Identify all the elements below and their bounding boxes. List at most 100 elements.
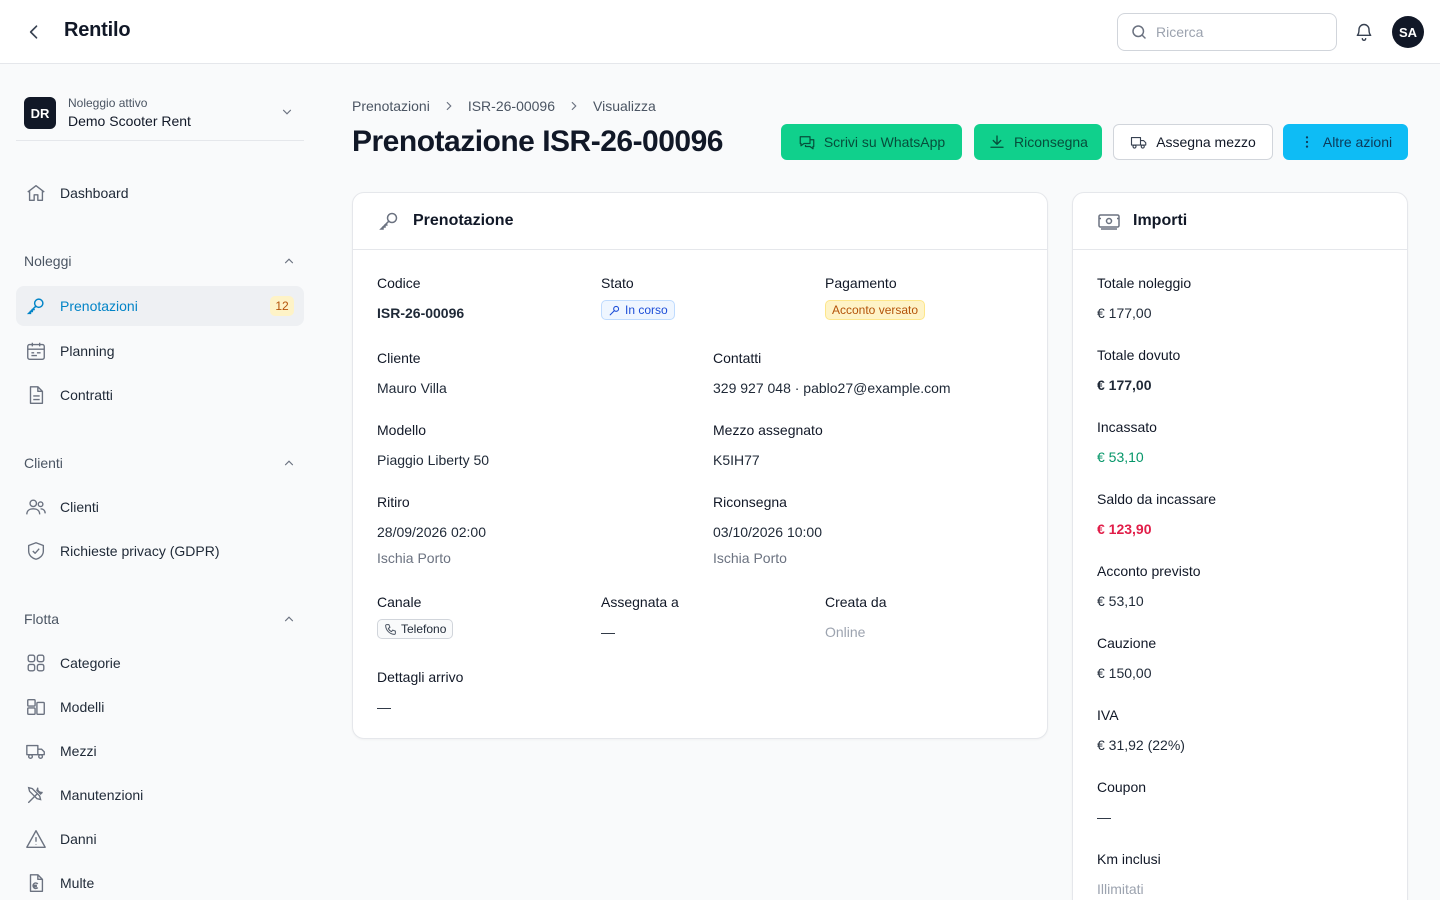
- field-value: € 31,92 (22%): [1097, 737, 1185, 753]
- field-label: Incassato: [1097, 419, 1157, 435]
- app-title: Rentilo: [64, 19, 131, 41]
- assign-vehicle-button[interactable]: Assegna mezzo: [1113, 124, 1273, 160]
- field-value: 28/09/2026 02:00: [377, 524, 486, 540]
- sidebar-item-contratti[interactable]: Contratti: [16, 375, 304, 415]
- sidebar-item-danni[interactable]: Danni: [16, 819, 304, 859]
- calendar-icon: [27, 342, 45, 360]
- section-label: Clienti: [24, 455, 63, 471]
- amount-cauzione: Cauzione € 150,00: [1097, 635, 1156, 681]
- field-value: € 53,10: [1097, 593, 1144, 609]
- sidebar-item-mezzi[interactable]: Mezzi: [16, 731, 304, 771]
- field-assegnata: Assegnata a —: [601, 594, 679, 640]
- field-label: IVA: [1097, 707, 1119, 723]
- field-value: Online: [825, 624, 866, 640]
- return-label: Riconsegna: [1014, 134, 1088, 150]
- field-label: Modello: [377, 422, 427, 438]
- search-input[interactable]: [1156, 24, 1326, 40]
- status-badge-label: In corso: [625, 303, 668, 317]
- section-label: Noleggi: [24, 253, 72, 269]
- sidebar-item-label: Clienti: [60, 499, 99, 515]
- field-codice: Codice ISR-26-00096: [377, 275, 464, 321]
- section-noleggi[interactable]: Noleggi: [24, 250, 296, 272]
- search-box[interactable]: [1117, 13, 1337, 51]
- sidebar-item-modelli[interactable]: Modelli: [16, 687, 304, 727]
- sidebar-item-dashboard[interactable]: Dashboard: [16, 173, 304, 213]
- whatsapp-label: Scrivi su WhatsApp: [823, 134, 946, 150]
- field-creata: Creata da Online: [825, 594, 886, 640]
- field-value: —: [601, 624, 615, 640]
- sidebar-item-clienti[interactable]: Clienti: [16, 487, 304, 527]
- chevron-right-icon: [446, 101, 452, 111]
- section-label: Flotta: [24, 611, 60, 627]
- field-value: Mauro Villa: [377, 380, 447, 396]
- sidebar-item-planning[interactable]: Planning: [16, 331, 304, 371]
- channel-badge: Telefono: [377, 619, 454, 639]
- sidebar-item-label: Modelli: [60, 699, 105, 715]
- amount-km-inclusi: Km inclusi Illimitati: [1097, 851, 1161, 897]
- field-label: Mezzo assegnato: [713, 422, 823, 438]
- sidebar-item-privacy[interactable]: Richieste privacy (GDPR): [16, 531, 304, 571]
- chevron-up-icon: [284, 460, 294, 466]
- field-label: Assegnata a: [601, 594, 679, 610]
- field-riconsegna: Riconsegna 03/10/2026 10:00 Ischia Porto: [713, 494, 822, 566]
- field-canale: Canale Telefono: [377, 594, 454, 641]
- amount-totale-noleggio: Totale noleggio € 177,00: [1097, 275, 1191, 321]
- field-label: Totale noleggio: [1097, 275, 1192, 291]
- field-pagamento: Pagamento Acconto versato: [825, 275, 926, 320]
- home-icon: [27, 184, 45, 202]
- breadcrumb-prenotazioni[interactable]: Prenotazioni: [352, 98, 430, 114]
- field-stato: Stato In corso: [601, 275, 675, 322]
- field-subvalue: Ischia Porto: [713, 550, 787, 566]
- user-avatar[interactable]: SA: [1392, 16, 1424, 48]
- section-clienti[interactable]: Clienti: [24, 452, 296, 474]
- amount-iva: IVA € 31,92 (22%): [1097, 707, 1185, 753]
- back-button[interactable]: [22, 20, 46, 44]
- key-icon: [379, 212, 398, 230]
- download-icon: [990, 135, 1004, 148]
- users-icon: [26, 499, 46, 515]
- field-mezzo: Mezzo assegnato K5IH77: [713, 422, 823, 468]
- sidebar-item-label: Multe: [60, 875, 95, 891]
- field-value: Illimitati: [1097, 881, 1144, 897]
- field-label: Ritiro: [377, 494, 410, 510]
- field-label: Codice: [377, 275, 421, 291]
- section-flotta[interactable]: Flotta: [24, 608, 296, 630]
- sidebar-item-categorie[interactable]: Categorie: [16, 643, 304, 683]
- notifications-button[interactable]: [1352, 20, 1376, 44]
- more-actions-button[interactable]: Altre azioni: [1283, 124, 1408, 160]
- field-value: € 53,10: [1097, 449, 1144, 465]
- field-modello: Modello Piaggio Liberty 50: [377, 422, 489, 468]
- sidebar-item-prenotazioni[interactable]: Prenotazioni 12: [16, 286, 304, 326]
- field-label: Totale dovuto: [1097, 347, 1181, 363]
- chevron-left-icon: [29, 25, 38, 39]
- banknote-icon: [1098, 214, 1120, 230]
- field-value: € 177,00: [1097, 377, 1152, 393]
- amount-saldo: Saldo da incassare € 123,90: [1097, 491, 1216, 537]
- sidebar-item-label: Richieste privacy (GDPR): [60, 543, 220, 559]
- top-bar: Rentilo SA: [0, 0, 1440, 64]
- payment-badge: Acconto versato: [825, 300, 926, 320]
- whatsapp-button[interactable]: Scrivi su WhatsApp: [781, 124, 962, 160]
- sidebar-item-label: Categorie: [60, 655, 121, 671]
- breadcrumb-code[interactable]: ISR-26-00096: [468, 98, 555, 114]
- field-label: Cliente: [377, 350, 421, 366]
- sidebar-item-multe[interactable]: Multe: [16, 863, 304, 900]
- field-value: 03/10/2026 10:00: [713, 524, 822, 540]
- bell-icon: [1356, 23, 1372, 41]
- field-label: Coupon: [1097, 779, 1147, 795]
- amount-acconto: Acconto previsto € 53,10: [1097, 563, 1201, 609]
- tenant-switcher[interactable]: DR Noleggio attivo Demo Scooter Rent: [16, 77, 304, 141]
- field-label: Saldo da incassare: [1097, 491, 1217, 507]
- field-value: € 177,00: [1097, 305, 1152, 321]
- field-subvalue: Ischia Porto: [377, 550, 451, 566]
- sidebar-item-manutenzioni[interactable]: Manutenzioni: [16, 775, 304, 815]
- status-badge: In corso: [601, 300, 675, 320]
- chat-icon: [799, 136, 815, 150]
- grid-icon: [27, 654, 45, 672]
- assign-label: Assegna mezzo: [1156, 134, 1256, 150]
- field-ritiro: Ritiro 28/09/2026 02:00 Ischia Porto: [377, 494, 486, 566]
- field-value: 329 927 048 · pablo27@example.com: [713, 380, 951, 396]
- return-button[interactable]: Riconsegna: [974, 124, 1102, 160]
- more-actions-label: Altre azioni: [1322, 134, 1393, 150]
- phone-icon: [385, 623, 396, 635]
